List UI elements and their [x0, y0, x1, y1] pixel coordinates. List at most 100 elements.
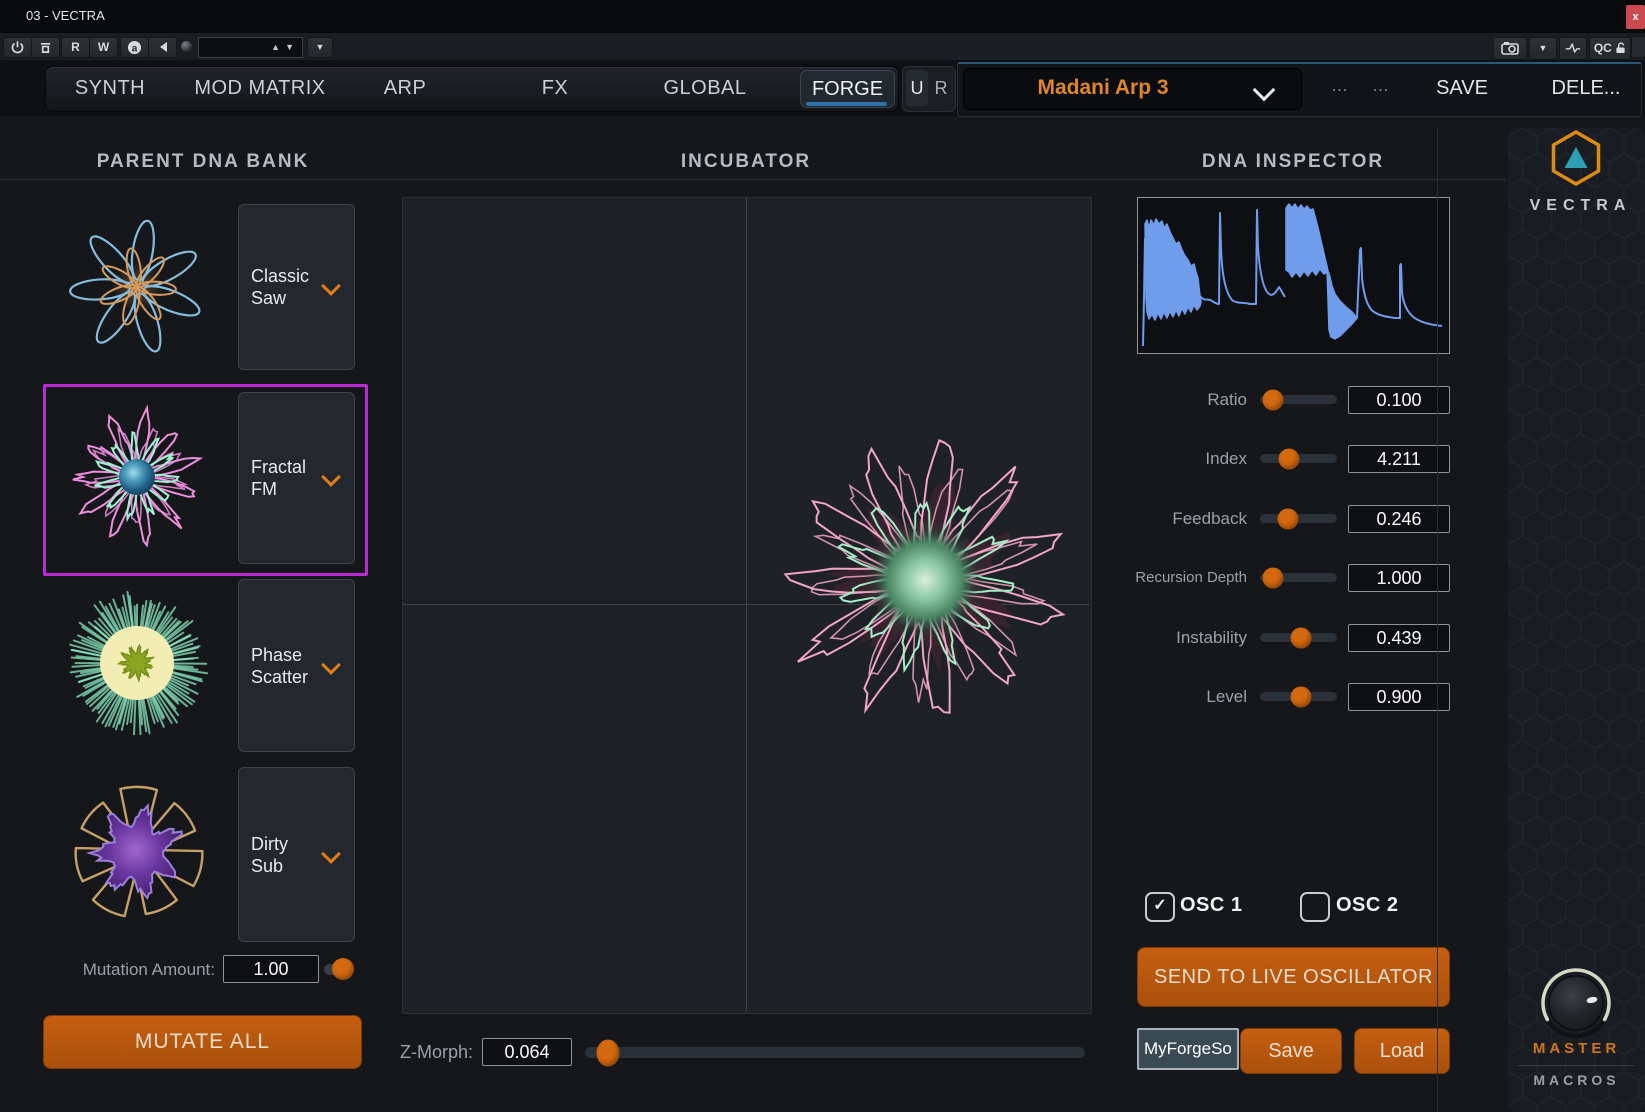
quick-controls-button[interactable]: QC — [1589, 37, 1631, 60]
forge-save-button[interactable]: Save — [1240, 1028, 1342, 1074]
dna-slot-label-2: Fractal FM — [251, 393, 321, 563]
plugin-window: 03 - VECTRA x R W a ▲ ▼ ▼ ▼ — [0, 0, 1645, 1112]
undo-button[interactable]: U — [906, 70, 928, 106]
master-label: MASTER — [1508, 1040, 1645, 1057]
dna-thumbnail-classic-saw[interactable] — [42, 204, 232, 370]
param-thumb-level[interactable] — [1290, 686, 1311, 707]
back-arrow-button[interactable] — [148, 37, 177, 58]
macros-label: MACROS — [1508, 1072, 1645, 1088]
send-to-live-oscillator-button[interactable]: SEND TO LIVE OSCILLATOR — [1137, 947, 1450, 1007]
dna-thumbnail-fractal-fm[interactable] — [42, 394, 232, 560]
dna-slot-dropdown-3[interactable]: Phase Scatter — [238, 579, 355, 752]
tab-strip — [45, 66, 899, 112]
power-button[interactable] — [3, 37, 32, 58]
spinner-down-icon[interactable]: ▼ — [285, 38, 294, 57]
modulation-button[interactable] — [1559, 37, 1587, 60]
tab-mod-matrix[interactable]: MOD MATRIX — [185, 66, 335, 110]
header-divider — [0, 179, 1506, 180]
dna-slot-dropdown-2[interactable]: Fractal FM — [238, 392, 355, 564]
window-titlebar — [0, 0, 1645, 34]
panel-divider — [1437, 128, 1438, 1112]
spinner-up-icon[interactable]: ▲ — [271, 38, 280, 57]
tab-global[interactable]: GLOBAL — [645, 66, 765, 110]
preset-delete-button[interactable]: DELE... — [1544, 75, 1628, 101]
osc1-label: OSC 1 — [1180, 894, 1243, 917]
chevron-down-icon — [321, 844, 341, 864]
param-slider-instability[interactable] — [1260, 633, 1337, 642]
qc-label: QC — [1594, 41, 1612, 55]
circled-a-icon: a — [127, 40, 142, 55]
mutation-amount-field[interactable]: 1.00 — [223, 955, 319, 983]
tab-synth[interactable]: SYNTH — [50, 66, 170, 110]
circled-a-button[interactable]: a — [120, 37, 149, 58]
param-slider-recursion-depth[interactable] — [1260, 573, 1337, 582]
param-thumb-ratio[interactable] — [1263, 389, 1284, 410]
dna-slot-dropdown-1[interactable]: Classic Saw — [238, 204, 355, 370]
chevron-down-icon — [321, 276, 341, 296]
mutate-all-button[interactable]: MUTATE ALL — [43, 1015, 362, 1069]
snapshot-dropdown[interactable]: ▼ — [1529, 37, 1557, 60]
osc2-label: OSC 2 — [1336, 894, 1399, 917]
param-label-feedback: Feedback — [1040, 509, 1247, 529]
preset-next-button[interactable]: ... — [1364, 78, 1398, 96]
incubator-morph-shape[interactable] — [775, 430, 1075, 730]
dna-slot-dropdown-4[interactable]: Dirty Sub — [238, 767, 355, 942]
dna-slot-label-1: Classic Saw — [251, 205, 321, 369]
waveform-plot — [1138, 198, 1449, 353]
param-thumb-recursion-depth[interactable] — [1263, 567, 1284, 588]
tab-fx[interactable]: FX — [500, 66, 610, 110]
dna-thumbnail-dirty-sub[interactable] — [42, 770, 232, 936]
checkmark-icon: ✓ — [1153, 897, 1166, 914]
snapshot-button[interactable] — [1493, 37, 1527, 60]
inspector-title: DNA INSPECTOR — [1143, 151, 1443, 173]
toolbar-dropdown-arrow[interactable]: ▼ — [307, 37, 333, 58]
osc1-checkbox[interactable]: ✓ — [1145, 892, 1175, 922]
toolbar-empty-slot[interactable] — [1631, 36, 1645, 58]
param-thumb-index[interactable] — [1279, 448, 1300, 469]
param-value-instability[interactable]: 0.439 — [1348, 624, 1450, 652]
preset-name[interactable]: Madani Arp 3 — [983, 68, 1223, 108]
bypass-button[interactable] — [31, 37, 60, 58]
param-slider-index[interactable] — [1260, 454, 1337, 463]
bypass-icon — [39, 41, 52, 54]
unlock-icon — [1615, 42, 1626, 54]
redo-button[interactable]: R — [930, 70, 952, 106]
status-led — [181, 41, 192, 52]
mutation-knob[interactable] — [332, 958, 354, 980]
zmorph-slider-track[interactable] — [585, 1047, 1085, 1058]
param-slider-level[interactable] — [1260, 692, 1337, 701]
master-macro-knob[interactable] — [1534, 959, 1618, 1047]
back-arrow-icon — [157, 41, 169, 53]
param-value-feedback[interactable]: 0.246 — [1348, 505, 1450, 533]
param-thumb-feedback[interactable] — [1277, 508, 1298, 529]
write-automation-button[interactable]: W — [89, 37, 118, 58]
read-automation-button[interactable]: R — [61, 37, 90, 58]
osc2-checkbox[interactable] — [1300, 892, 1330, 922]
chevron-down-icon — [321, 467, 341, 487]
zmorph-label: Z-Morph: — [378, 1042, 473, 1063]
tab-arp[interactable]: ARP — [350, 66, 460, 110]
param-value-ratio[interactable]: 0.100 — [1348, 386, 1450, 414]
param-thumb-instability[interactable] — [1290, 627, 1311, 648]
param-label-recursion-depth: Recursion Depth — [1040, 569, 1247, 586]
forge-load-button[interactable]: Load — [1354, 1028, 1450, 1074]
param-value-level[interactable]: 0.900 — [1348, 683, 1450, 711]
param-label-index: Index — [1040, 449, 1247, 469]
toolbar-combo[interactable]: ▲ ▼ — [198, 37, 303, 58]
zmorph-slider-thumb[interactable] — [596, 1039, 619, 1066]
power-icon — [11, 41, 24, 54]
param-value-index[interactable]: 4.211 — [1348, 445, 1450, 473]
dna-bank-title: PARENT DNA BANK — [63, 151, 343, 173]
param-value-recursion-depth[interactable]: 1.000 — [1348, 564, 1450, 592]
preset-save-button[interactable]: SAVE — [1427, 75, 1497, 101]
forge-preset-name-input[interactable] — [1137, 1028, 1239, 1070]
forge-active-underline — [806, 102, 887, 106]
dna-slot-label-3: Phase Scatter — [251, 580, 321, 751]
window-title: 03 - VECTRA — [26, 8, 105, 23]
zmorph-value-field[interactable]: 0.064 — [482, 1038, 572, 1066]
param-slider-ratio[interactable] — [1260, 395, 1337, 404]
window-close-button[interactable]: x — [1626, 5, 1645, 29]
preset-prev-button[interactable]: ... — [1323, 78, 1357, 96]
dna-thumbnail-phase-scatter[interactable] — [42, 580, 232, 746]
param-slider-feedback[interactable] — [1260, 514, 1337, 523]
